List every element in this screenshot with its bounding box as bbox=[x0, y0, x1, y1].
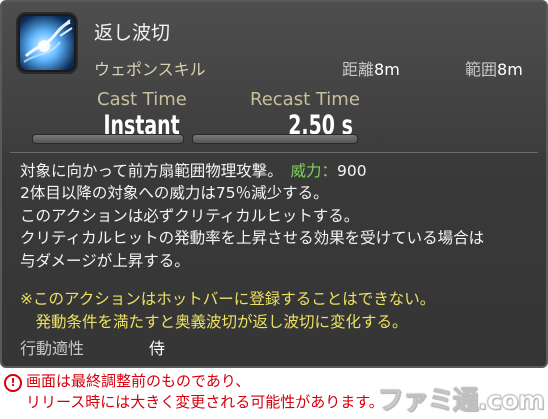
job-label: 行動適性 bbox=[20, 339, 85, 358]
range-stat: 距離8m bbox=[342, 56, 400, 80]
disclaimer-text-1: 画面は最終調整前のものであり、 bbox=[26, 372, 251, 390]
description-line-5: 与ダメージが上昇する。 bbox=[20, 252, 190, 270]
recast-time-label: Recast Time bbox=[250, 89, 360, 110]
note-line-1: ※このアクションはホットバーに登録することはできない。 bbox=[20, 290, 436, 308]
radius-stat: 範囲8m bbox=[465, 56, 523, 80]
description-text: 対象に向かって前方扇範囲物理攻撃。 bbox=[20, 162, 275, 180]
cast-time-label: Cast Time bbox=[97, 89, 187, 110]
description-line-4: クリティカルヒットの発動率を上昇させる効果を受けている場合は bbox=[20, 229, 485, 247]
wave-slash-icon bbox=[20, 16, 74, 70]
description-line-2: 2体目以降の対象への威力は75％減少する。 bbox=[20, 184, 329, 202]
description-line-1: 対象に向かって前方扇範囲物理攻撃。 威力：900 bbox=[20, 160, 367, 183]
description-line-3: このアクションは必ずクリティカルヒットする。 bbox=[20, 207, 360, 225]
radius-label: 範囲 bbox=[465, 60, 498, 79]
cast-time-bar bbox=[32, 134, 184, 144]
action-name: 返し波切 bbox=[94, 22, 171, 44]
divider-top bbox=[10, 152, 538, 153]
recast-time-bar bbox=[192, 134, 358, 144]
action-category: ウェポンスキル bbox=[94, 60, 206, 79]
action-icon bbox=[16, 12, 78, 74]
range-value: 8m bbox=[374, 60, 400, 79]
watermark-logo: ファミ通.com bbox=[377, 386, 545, 417]
note-line-2: 発動条件を満たすと奥義波切が返し波切に変化する。 bbox=[20, 313, 408, 331]
radius-value: 8m bbox=[497, 60, 523, 79]
action-tooltip: 返し波切 ウェポンスキル 距離8m 範囲8m Cast Time Recast … bbox=[0, 0, 548, 368]
warning-icon: ! bbox=[4, 374, 22, 392]
job-value: 侍 bbox=[149, 339, 166, 358]
potency-value: 900 bbox=[337, 162, 367, 180]
range-label: 距離 bbox=[342, 60, 375, 79]
potency-label: 威力： bbox=[290, 162, 338, 180]
